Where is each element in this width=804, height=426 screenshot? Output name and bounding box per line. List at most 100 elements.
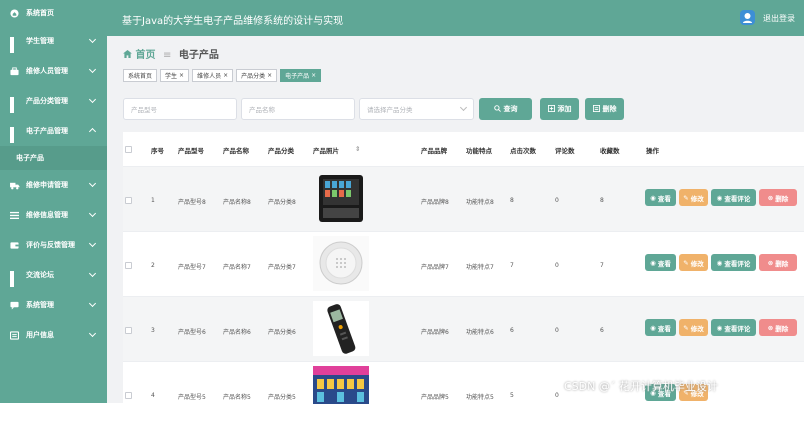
sidebar-item-system[interactable]: 系统管理: [0, 290, 107, 320]
home-icon[interactable]: [123, 50, 132, 61]
cell-index: 2: [151, 262, 155, 269]
breadcrumb-home[interactable]: 首页: [135, 50, 155, 61]
sidebar-item-repair-info[interactable]: 维修信息管理: [0, 200, 107, 230]
wallet-icon: [10, 241, 19, 250]
sidebar-item-label: 维修申请管理: [26, 181, 68, 189]
cell-feature: 功能特点7: [466, 264, 494, 271]
edit-button[interactable]: ✎ 修改: [679, 254, 708, 271]
cell-clicks: 8: [510, 197, 514, 204]
edit-button[interactable]: ✎ 修改: [679, 319, 708, 336]
sidebar-item-repair-staff[interactable]: 维修人员管理: [0, 56, 107, 86]
add-button[interactable]: 添加: [540, 98, 579, 120]
view-comments-button[interactable]: ◉ 查看评论: [711, 189, 756, 206]
sidebar-subitem-label: 电子产品: [16, 154, 44, 162]
sidebar-item-home[interactable]: 系统首页: [0, 0, 107, 26]
eye-icon: ◉: [650, 323, 656, 332]
main-content: 首页 ≡ 电子产品 系统首页 学生 × 维修人员 × 产品分类 × 电子产品 × 产品型…: [107, 36, 804, 426]
sidebar-item-forum[interactable]: 交流论坛: [0, 260, 107, 290]
view-comments-button[interactable]: ◉ 查看评论: [711, 319, 756, 336]
sidebar-item-students[interactable]: 学生管理: [0, 26, 107, 56]
cell-model: 产品型号8: [178, 199, 206, 206]
close-icon[interactable]: ×: [223, 72, 228, 79]
delete-button[interactable]: 删除: [585, 98, 624, 120]
cell-favorites: 6: [600, 327, 604, 334]
breadcrumb-separator: ≡: [162, 50, 172, 61]
sidebar-item-label: 评价与反馈管理: [26, 241, 75, 249]
tag-home[interactable]: 系统首页: [123, 69, 158, 82]
header-clicks: 点击次数: [510, 147, 536, 155]
grid-icon: [10, 96, 19, 113]
cell-comments: 0: [555, 327, 559, 334]
chevron-down-icon: [88, 179, 97, 188]
cell-clicks: 5: [510, 392, 514, 399]
select-all-checkbox[interactable]: [125, 146, 132, 153]
cell-category: 产品分类6: [268, 329, 296, 336]
sidebar-item-product-category[interactable]: 产品分类管理: [0, 86, 107, 116]
table-row: 3 产品型号6 产品名称6 产品分类6 产品品牌6 功能特点6 6 0 6 ◉ 查…: [123, 296, 804, 361]
cell-index: 3: [151, 327, 155, 334]
row-delete-button[interactable]: ⊗ 删除: [759, 319, 797, 336]
tab-tags: 系统首页 学生 × 维修人员 × 产品分类 × 电子产品 ×: [123, 69, 322, 82]
list-icon: [10, 211, 19, 220]
row-checkbox[interactable]: [125, 262, 132, 269]
cell-model: 产品型号6: [178, 329, 206, 336]
sidebar-item-label: 系统管理: [26, 301, 54, 309]
chevron-down-icon: [88, 209, 97, 218]
edit-button[interactable]: ✎ 修改: [679, 189, 708, 206]
view-button[interactable]: ◉ 查看: [645, 189, 676, 206]
category-select[interactable]: 请选择产品分类: [359, 98, 474, 120]
query-label: 查询: [503, 105, 518, 113]
chat-icon: [10, 301, 19, 310]
sidebar-item-electronic-products[interactable]: 电子产品管理: [0, 116, 107, 146]
product-name-input[interactable]: 产品名称: [241, 98, 355, 120]
plus-square-icon: [547, 104, 555, 114]
sidebar-item-feedback[interactable]: 评价与反馈管理: [0, 230, 107, 260]
cell-clicks: 6: [510, 327, 514, 334]
view-button[interactable]: ◉ 查看: [645, 254, 676, 271]
row-checkbox[interactable]: [125, 197, 132, 204]
row-delete-button[interactable]: ⊗ 删除: [759, 254, 797, 271]
close-icon[interactable]: ×: [179, 72, 184, 79]
logout-link[interactable]: 退出登录: [763, 13, 795, 24]
sort-icon[interactable]: ⇕: [355, 145, 360, 153]
sidebar-item-user-info[interactable]: 用户信息: [0, 320, 107, 350]
product-model-input[interactable]: 产品型号: [123, 98, 237, 120]
view-button[interactable]: ◉ 查看: [645, 319, 676, 336]
view-comments-label: 查看评论: [724, 259, 751, 268]
query-button[interactable]: 查询: [479, 98, 532, 120]
cell-name: 产品名称6: [223, 329, 251, 336]
sidebar-subitem-electronic-products[interactable]: 电子产品: [0, 146, 107, 170]
view-comments-button[interactable]: ◉ 查看评论: [711, 254, 756, 271]
chevron-down-icon: [88, 239, 97, 248]
top-bar: 基于Java的大学生电子产品维修系统的设计与实现 退出登录: [107, 0, 804, 36]
close-circle-icon: ⊗: [767, 193, 774, 202]
delete-label: 删除: [775, 259, 789, 268]
tag-repair-staff[interactable]: 维修人员 ×: [192, 69, 234, 82]
cell-feature: 功能特点5: [466, 394, 494, 401]
view-label: 查看: [657, 194, 671, 203]
cell-name: 产品名称8: [223, 199, 251, 206]
cell-model: 产品型号7: [178, 264, 206, 271]
chevron-down-icon: [88, 35, 97, 44]
sidebar-item-repair-requests[interactable]: 维修申请管理: [0, 170, 107, 200]
row-delete-button[interactable]: ⊗ 删除: [759, 189, 797, 206]
chevron-down-icon: [88, 299, 97, 308]
delete-label: 删除: [775, 324, 789, 333]
tag-electronic-products[interactable]: 电子产品 ×: [280, 69, 322, 82]
edit-label: 修改: [690, 324, 704, 333]
close-circle-icon: ⊗: [767, 323, 774, 332]
cell-name: 产品名称5: [223, 394, 251, 401]
row-checkbox[interactable]: [125, 392, 132, 399]
row-checkbox[interactable]: [125, 327, 132, 334]
tag-label: 维修人员: [197, 73, 222, 80]
close-icon[interactable]: ×: [311, 72, 316, 79]
tag-product-category[interactable]: 产品分类 ×: [236, 69, 278, 82]
cell-category: 产品分类7: [268, 264, 296, 271]
user-avatar-icon: [743, 13, 752, 23]
table-header: 序号 产品型号 产品名称 产品分类 产品照片 ⇕ 产品品牌 功能特点 点击次数 …: [123, 132, 804, 166]
avatar[interactable]: [740, 10, 755, 25]
view-label: 查看: [657, 259, 671, 268]
tag-students[interactable]: 学生 ×: [160, 69, 190, 82]
home-icon: [10, 8, 19, 18]
close-icon[interactable]: ×: [267, 72, 272, 79]
